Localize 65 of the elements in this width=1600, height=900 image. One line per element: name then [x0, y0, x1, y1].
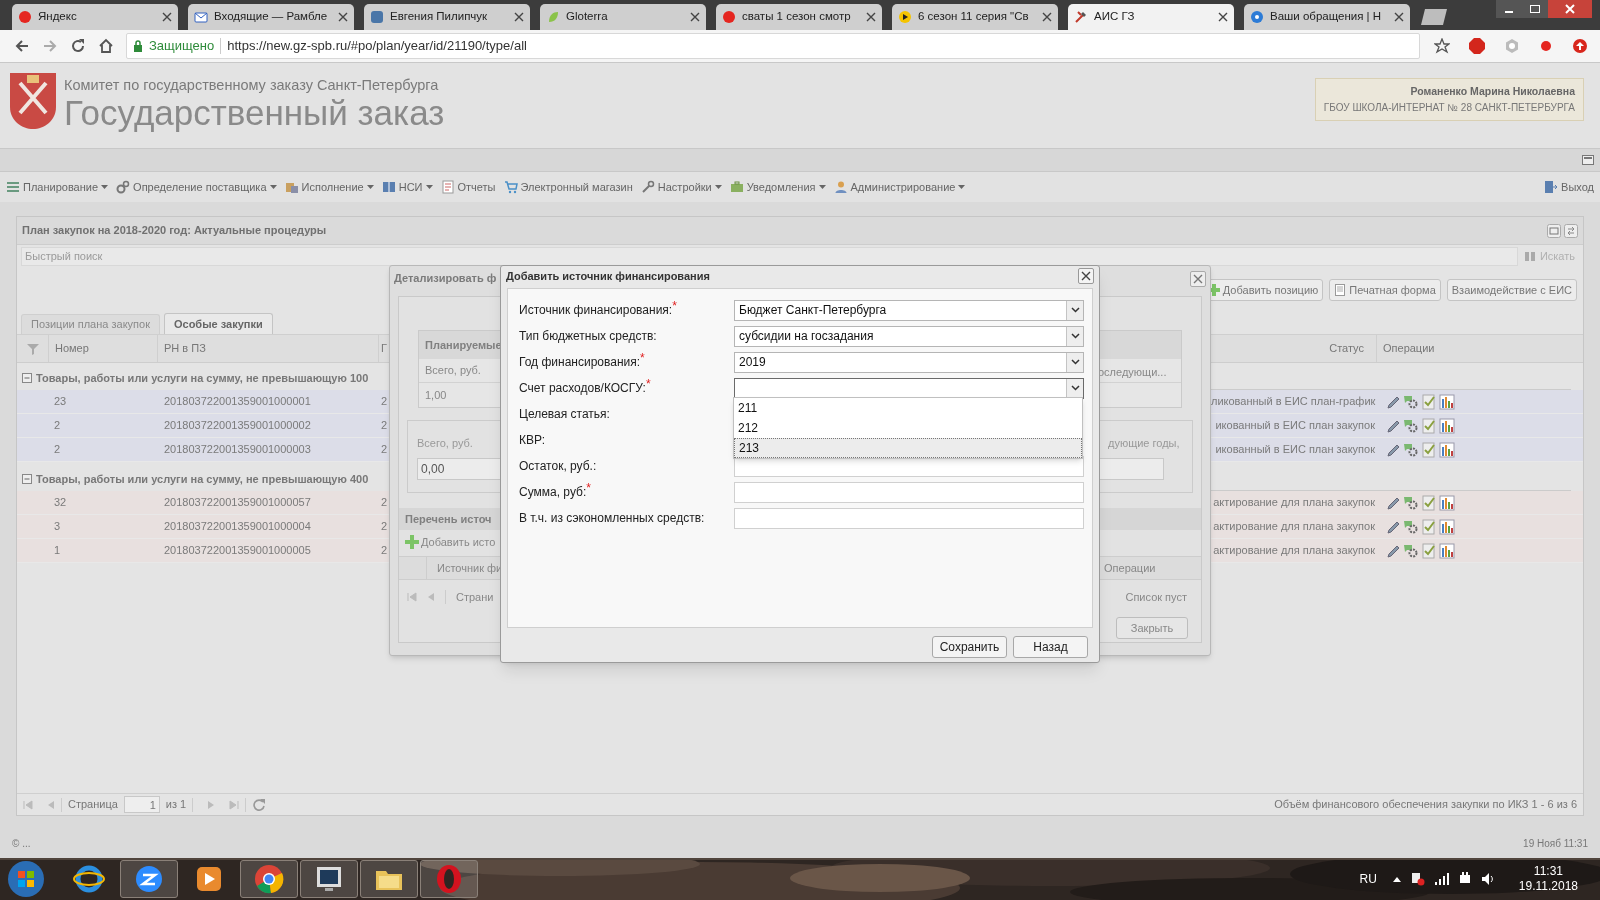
- table-cell-text: 201803722001359001000005: [163, 543, 312, 559]
- url-text: https://new.gz-spb.ru/#po/plan/year/id/21190/type/all: [227, 37, 527, 56]
- field-label: В т.ч. из сэкономленных средств:: [519, 510, 705, 527]
- table-cell-text: актирование для плана закупок: [1212, 495, 1376, 511]
- table-cell-text: актирование для плана закупок: [1212, 519, 1376, 535]
- pager-label: Страни: [456, 589, 494, 605]
- table-cell-text: 201803722001359001000002: [163, 418, 312, 434]
- field-label: Счет расходов/КОСГУ:: [519, 380, 646, 397]
- required-mark: *: [672, 301, 677, 311]
- site-title: Государственный заказ: [64, 94, 445, 132]
- column-header: Операции: [1382, 341, 1436, 357]
- table-cell-text: 1: [53, 543, 62, 559]
- required-mark: *: [586, 483, 591, 493]
- column-header: РН в ПЗ: [158, 335, 379, 362]
- field-label: Источник финансирования:: [519, 303, 673, 319]
- table-cell-text: 2: [53, 418, 62, 434]
- table-cell-text: икованный в ЕИС план закупок: [1214, 442, 1376, 458]
- table-cell-text: 201803722001359001000004: [163, 519, 312, 535]
- column-header: Номер: [49, 335, 158, 362]
- table-cell-text: ликованный в ЕИС план-график: [1211, 394, 1377, 410]
- group-label: Товары, работы или услуги на сумму, не превышающую 100: [36, 370, 369, 386]
- table-cell-text: 2: [53, 442, 62, 458]
- table-cell-text: 201803722001359001000001: [163, 394, 312, 410]
- table-cell-text: 2: [380, 394, 388, 410]
- field-label: Целевая статья:: [519, 406, 610, 423]
- copyright-text: © ...: [12, 837, 31, 851]
- field-label: Тип бюджетных средств:: [519, 328, 657, 345]
- page-count: из 1: [165, 797, 187, 813]
- user-organization: ГБОУ ШКОЛА-ИНТЕРНАТ № 28 САНКТ-ПЕТЕРБУРГА: [1323, 100, 1575, 115]
- table-cell-text: 201803722001359001000003: [163, 442, 312, 458]
- org-name: Комитет по государственному заказу Санкт-Петербурга: [64, 76, 440, 94]
- field-label: Всего, руб.: [417, 436, 474, 451]
- table-cell-text: 32: [53, 495, 68, 511]
- table-cell-text: 2: [380, 418, 388, 434]
- table-cell-text: 2: [380, 495, 388, 511]
- required-mark: *: [640, 353, 645, 363]
- table-cell-text: 2: [380, 543, 388, 559]
- column-header: Г: [380, 341, 388, 357]
- dialog-title: Добавить источник финансирования: [506, 268, 710, 284]
- table-cell-text: 201803722001359001000057: [163, 495, 312, 511]
- table-cell-text: актирование для плана закупок: [1212, 543, 1376, 559]
- pager-label: Страница: [68, 797, 118, 813]
- security-label: Защищено: [149, 37, 215, 56]
- field-label: дующие годы,: [1107, 436, 1181, 451]
- table-cell-text: 2: [380, 519, 388, 535]
- table-cell-text: 23: [53, 394, 68, 410]
- column-header: Всего, руб.: [424, 363, 481, 379]
- column-header: оследующи...: [1098, 365, 1167, 378]
- empty-list-text: Список пуст: [1125, 589, 1188, 605]
- section-title: Перечень источ: [404, 511, 492, 527]
- field-label: Сумма, руб:: [519, 485, 587, 501]
- table-cell-text: икованный в ЕИС план закупок: [1214, 418, 1376, 434]
- column-header: Операции: [1104, 560, 1156, 576]
- table-cell-text: 3: [53, 519, 62, 535]
- table-cell-text: 1,00: [424, 387, 447, 403]
- table-cell-text: 2: [380, 442, 388, 458]
- required-mark: *: [645, 379, 651, 389]
- pager-summary: Объём финансового обеспечения закупки по ИКЗ 1 - 6 из 6: [1274, 797, 1577, 813]
- window-title: Детализировать ф: [394, 271, 497, 287]
- date-time: 19 Нояб 11:31: [1523, 837, 1588, 851]
- field-label: Год финансирования:: [519, 355, 641, 371]
- column-header: Планируемые: [424, 337, 502, 353]
- user-name: Романенко Марина Николаевна: [1410, 84, 1575, 99]
- panel-title: План закупок на 2018-2020 год: Актуальные процедуры: [22, 223, 327, 239]
- group-label: Товары, работы или услуги на сумму, не превышающую 400: [36, 471, 369, 487]
